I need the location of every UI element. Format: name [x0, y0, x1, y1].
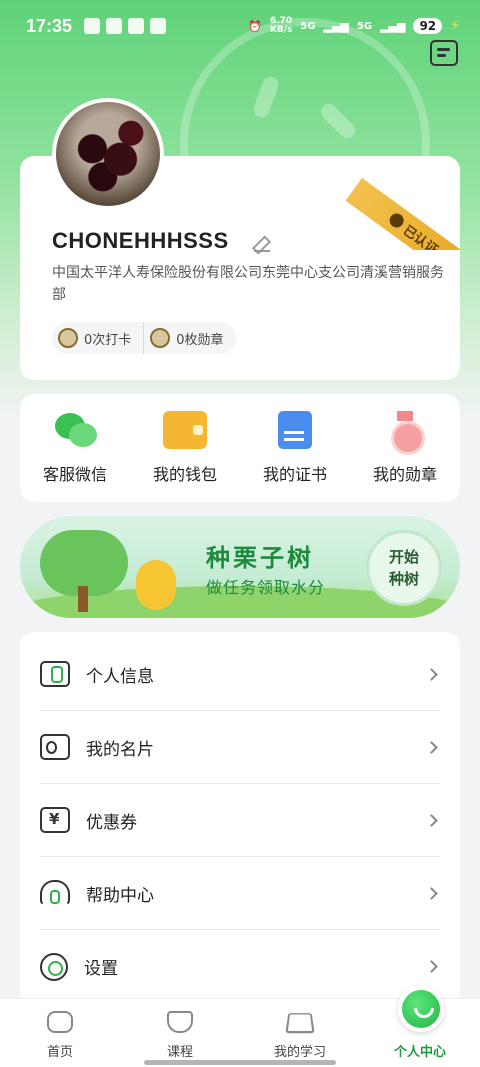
chevron-right-icon	[425, 740, 438, 754]
wallet-icon	[163, 411, 207, 449]
app-notification-icon	[150, 18, 167, 34]
study-icon	[285, 1013, 315, 1034]
menu-item-help-center[interactable]: 帮助中心	[40, 857, 440, 930]
menu-label: 优惠券	[86, 812, 137, 833]
mascot-illustration	[136, 560, 176, 610]
medal-small-icon	[150, 328, 171, 348]
verified-label: 已认证	[400, 222, 441, 250]
verified-badge: 已认证	[345, 178, 466, 250]
menu-label: 我的名片	[86, 739, 154, 760]
menu-item-personal-info[interactable]: 个人信息	[40, 638, 440, 711]
tab-label: 个人中心	[393, 1045, 446, 1060]
business-card-icon	[40, 734, 70, 760]
edit-icon[interactable]	[254, 236, 270, 252]
menu-item-business-card[interactable]: 我的名片	[40, 711, 440, 784]
chevron-right-icon	[425, 886, 438, 900]
profile-stats: 0次打卡 0枚勋章	[52, 322, 236, 354]
message-icon[interactable]	[430, 40, 458, 66]
signal-2: 5G	[356, 20, 373, 32]
certificate-icon	[278, 411, 312, 449]
app-notification-icon	[106, 18, 123, 34]
banner-title: 种栗子树	[206, 544, 314, 572]
quick-actions: 客服微信 我的钱包 我的证书 我的勋章	[20, 394, 460, 502]
app-notification-icon	[84, 18, 101, 34]
signal-1: 5G	[300, 20, 316, 32]
status-bar: 17:35 ⏰ 6.70 KB/s 5G ▂▄▆ 5G ▂▄▆ 92 ⚡	[0, 0, 480, 52]
charging-icon: ⚡	[450, 18, 460, 34]
network-speed: 6.70 KB/s	[270, 17, 292, 35]
coupon-icon	[40, 807, 70, 833]
personal-info-icon	[40, 661, 70, 687]
menu-label: 个人信息	[86, 666, 154, 687]
status-time: 17:35	[26, 15, 73, 36]
wechat-icon	[53, 411, 97, 449]
quick-action-wallet[interactable]: 我的钱包	[135, 411, 235, 485]
quick-action-wechat[interactable]: 客服微信	[25, 411, 125, 485]
banner-subtitle: 做任务领取水分	[206, 578, 326, 597]
quick-action-medal[interactable]: 我的勋章	[355, 411, 455, 485]
tab-home[interactable]: 首页	[0, 999, 120, 1067]
quick-action-certificate[interactable]: 我的证书	[245, 411, 345, 485]
profile-icon[interactable]	[398, 986, 444, 1032]
medal-count[interactable]: 0枚勋章	[144, 322, 236, 354]
chevron-right-icon	[425, 667, 438, 681]
settings-menu: 个人信息 我的名片 优惠券 帮助中心 设置	[20, 632, 460, 1012]
start-planting-button[interactable]: 开始 种树	[366, 530, 442, 606]
settings-icon	[40, 952, 68, 981]
signal-bars-icon: ▂▄▆	[323, 19, 349, 33]
tree-trunk	[78, 586, 88, 612]
checkin-label: 0次打卡	[84, 332, 132, 348]
notification-icons	[84, 18, 167, 34]
calendar-icon	[58, 328, 78, 348]
quick-action-label: 我的勋章	[372, 465, 437, 484]
tab-course[interactable]: 课程	[120, 999, 240, 1067]
avatar[interactable]	[52, 98, 164, 210]
battery-level: 92	[413, 18, 443, 34]
home-indicator	[144, 1060, 336, 1065]
quick-action-label: 客服微信	[42, 465, 107, 484]
network-speed-unit: KB/s	[269, 25, 293, 35]
headset-icon	[40, 880, 70, 906]
signal-bars-icon: ▂▄▆	[380, 19, 406, 33]
checkin-count[interactable]: 0次打卡	[52, 322, 145, 354]
quick-action-label: 我的钱包	[152, 465, 217, 484]
tab-label: 我的学习	[273, 1045, 326, 1060]
medal-label: 0枚勋章	[176, 332, 224, 348]
course-icon	[167, 1011, 193, 1033]
menu-item-coupon[interactable]: 优惠券	[40, 784, 440, 857]
menu-label: 设置	[84, 959, 118, 979]
home-icon	[47, 1011, 73, 1033]
company-name: 中国太平洋人寿保险股份有限公司东莞中心支公司清溪营销服务部	[52, 265, 444, 303]
chevron-right-icon	[425, 960, 438, 973]
plant-tree-banner[interactable]: 种栗子树 做任务领取水分 开始 种树	[20, 516, 460, 618]
tab-study[interactable]: 我的学习	[240, 999, 360, 1067]
medal-icon	[388, 411, 425, 455]
menu-label: 帮助中心	[86, 885, 154, 906]
status-right: ⏰ 6.70 KB/s 5G ▂▄▆ 5G ▂▄▆ 92 ⚡	[248, 17, 460, 35]
quick-action-label: 我的证书	[262, 465, 327, 484]
tab-label: 首页	[46, 1045, 73, 1060]
chevron-right-icon	[425, 813, 438, 827]
app-notification-icon	[128, 18, 145, 34]
username: CHONEHHHSSS	[52, 228, 229, 253]
menu-item-settings[interactable]: 设置	[40, 930, 440, 1003]
tab-label: 课程	[166, 1045, 193, 1060]
alarm-icon: ⏰	[248, 19, 262, 33]
verified-ribbon: 已认证	[336, 150, 466, 250]
verified-icon	[387, 210, 407, 231]
